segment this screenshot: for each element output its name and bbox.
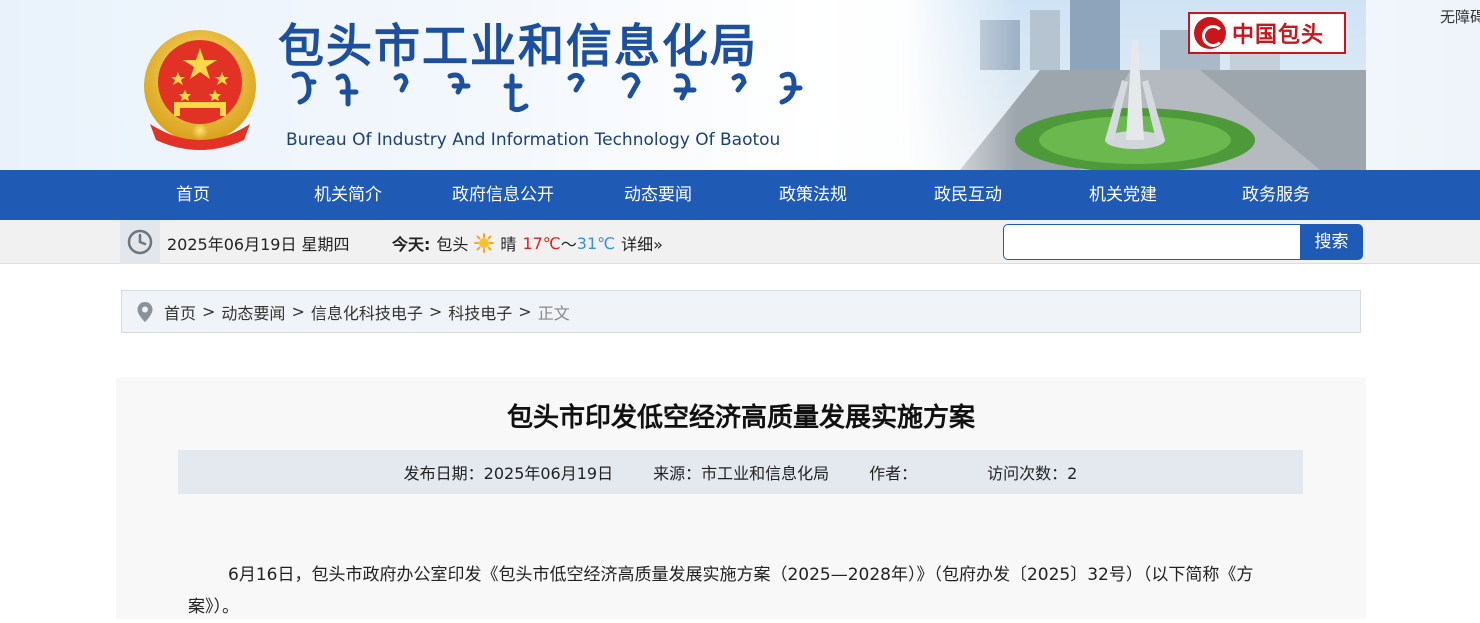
article-title: 包头市印发低空经济高质量发展实施方案: [506, 403, 975, 433]
weather-city: 包头: [436, 235, 469, 254]
temp-high: 31℃: [576, 233, 616, 253]
breadcrumb-separator: >: [518, 302, 532, 321]
nav-item-party[interactable]: 机关党建: [1046, 170, 1200, 220]
site-header: 包头市工业和信息化局 Bureau Of Industry And Inform…: [0, 0, 1480, 170]
baotou-logo-icon: [1194, 17, 1226, 49]
weather-detail-link[interactable]: 详细»: [621, 231, 663, 255]
nav-item-policies[interactable]: 政策法规: [736, 170, 890, 220]
current-date: 2025年06月19日 星期四: [167, 235, 350, 254]
weather-label: 今天:: [392, 235, 431, 254]
info-bar: 2025年06月19日 星期四 今天: 包头 晴 17℃ ～ 31℃ 详细» 搜…: [0, 220, 1480, 264]
article-meta: 发布日期：2025年06月19日 来源：市工业和信息化局 作者： 访问次数：2: [178, 450, 1303, 494]
nav-item-about[interactable]: 机关简介: [271, 170, 425, 220]
location-pin-icon: [137, 301, 153, 322]
nav-item-news[interactable]: 动态要闻: [581, 170, 735, 220]
main-nav: 首页 机关简介 政府信息公开 动态要闻 政策法规 政民互动 机关党建 政务服务: [0, 170, 1480, 220]
breadcrumb-separator: >: [428, 302, 443, 321]
breadcrumb-home[interactable]: 首页: [164, 300, 196, 324]
search-button[interactable]: 搜索: [1300, 224, 1363, 260]
china-baotou-label: 中国包头: [1232, 23, 1325, 48]
nav-item-services[interactable]: 政务服务: [1199, 170, 1353, 220]
article-visits: 访问次数：2: [987, 464, 1078, 483]
temp-low: 17℃: [522, 233, 561, 253]
breadcrumb-separator: >: [291, 302, 305, 321]
weather-condition: 晴: [500, 235, 517, 254]
breadcrumb-separator: >: [202, 302, 216, 321]
clock-icon: [120, 220, 160, 264]
breadcrumb-info-tech[interactable]: 信息化科技电子: [311, 300, 423, 324]
site-title-english: Bureau Of Industry And Information Techn…: [286, 130, 781, 150]
breadcrumb-current: 正文: [537, 303, 570, 323]
weather-widget: 今天: 包头 晴 17℃ ～ 31℃ 详细»: [392, 231, 663, 255]
breadcrumb: 首页 > 动态要闻 > 信息化科技电子 > 科技电子 > 正文: [121, 290, 1361, 333]
accessibility-link[interactable]: 无障碍: [1440, 6, 1480, 27]
search-input[interactable]: [1003, 224, 1303, 260]
breadcrumb-tech-electronics[interactable]: 科技电子: [448, 300, 512, 324]
article-container: 包头市印发低空经济高质量发展实施方案 发布日期：2025年06月19日 来源：市…: [116, 377, 1366, 619]
temp-tilde: ～: [560, 235, 577, 254]
sun-icon: [474, 233, 495, 253]
national-emblem-icon: [144, 30, 256, 150]
mongolian-script-title: [291, 71, 803, 113]
site-title-chinese: 包头市工业和信息化局: [278, 19, 758, 73]
article-source: 来源：市工业和信息化局: [653, 464, 830, 483]
article-author: 作者：: [869, 464, 918, 483]
china-baotou-link[interactable]: 中国包头: [1188, 12, 1346, 54]
article-publish-date: 发布日期：2025年06月19日: [403, 464, 614, 483]
breadcrumb-news[interactable]: 动态要闻: [221, 300, 285, 324]
article-paragraph: 6月16日，包头市政府办公室印发《包头市低空经济高质量发展实施方案（2025—2…: [188, 565, 1254, 617]
nav-item-gov-info[interactable]: 政府信息公开: [426, 170, 580, 220]
nav-item-interaction[interactable]: 政民互动: [891, 170, 1045, 220]
nav-item-home[interactable]: 首页: [116, 170, 270, 220]
